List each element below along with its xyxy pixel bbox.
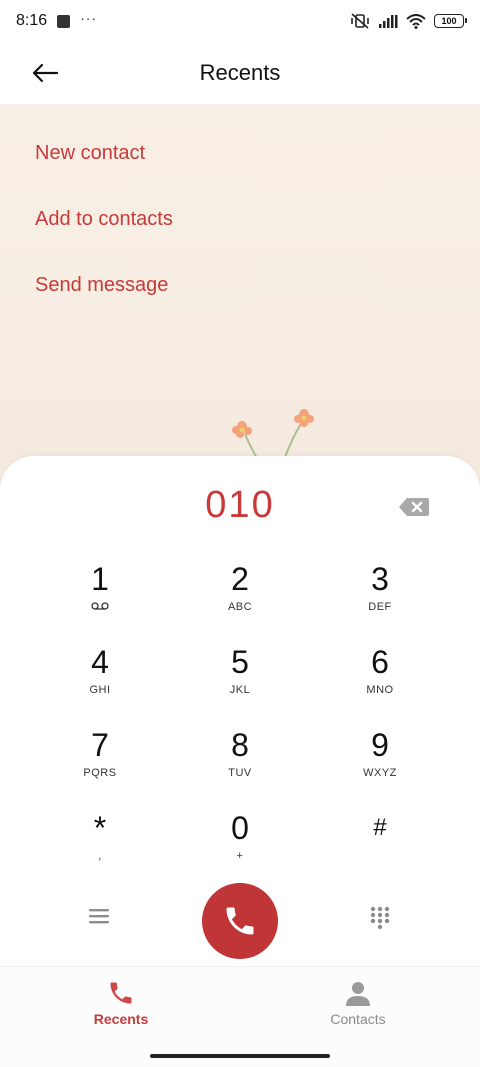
key-digit: 0: [231, 810, 249, 846]
key-digit: 9: [371, 727, 389, 763]
key-letters: TUV: [228, 767, 252, 779]
phone-icon: [110, 982, 132, 1004]
key-letters: +: [236, 850, 244, 862]
app-notification-icon: [57, 14, 71, 28]
key-digit: 1: [91, 561, 109, 597]
send-message-link[interactable]: Send message: [35, 274, 168, 297]
key-digit: *: [93, 810, 107, 846]
signal-icon: [379, 15, 398, 28]
flower-decoration: [208, 409, 314, 461]
key-3[interactable]: 3 DEF: [320, 560, 440, 634]
key-7[interactable]: 7 PQRS: [40, 726, 160, 800]
key-2[interactable]: 2 ABC: [180, 560, 300, 634]
phone-icon: [226, 907, 254, 935]
key-digit: 7: [91, 727, 109, 763]
key-letters: JKL: [229, 684, 251, 696]
wifi-icon: [406, 13, 426, 29]
key-letters: MNO: [366, 684, 394, 696]
status-icons: 100: [350, 13, 467, 29]
key-letters: PQRS: [83, 767, 117, 779]
key-star[interactable]: * ,: [40, 809, 160, 883]
tab-recents[interactable]: Recents: [51, 979, 191, 1027]
call-button[interactable]: [202, 883, 278, 959]
menu-button[interactable]: [88, 907, 110, 930]
key-1[interactable]: 1: [40, 560, 160, 634]
key-letters: WXYZ: [363, 767, 397, 779]
key-4[interactable]: 4 GHI: [40, 643, 160, 717]
status-time: 8:16: [16, 12, 48, 29]
tab-recents-label: Recents: [93, 1011, 149, 1027]
key-8[interactable]: 8 TUV: [180, 726, 300, 800]
key-letters: ,: [98, 850, 102, 862]
key-digit: 6: [371, 644, 389, 680]
app-header: Recents: [0, 42, 480, 104]
menu-icon: [89, 909, 109, 924]
key-letters: GHI: [89, 684, 111, 696]
key-digit: 4: [91, 644, 109, 680]
key-hash[interactable]: #: [320, 809, 440, 883]
key-digit: 5: [231, 644, 249, 680]
dialpad-grid-icon: [370, 906, 390, 930]
key-9[interactable]: 9 WXYZ: [320, 726, 440, 800]
key-digit: #: [373, 814, 387, 841]
key-letters: ABC: [227, 601, 253, 613]
status-bar: 8:16 ··· 100: [0, 0, 480, 42]
more-notifications-indicator: ···: [80, 10, 98, 26]
person-icon: [346, 982, 370, 1006]
arrow-left-icon: [32, 63, 59, 83]
tab-contacts[interactable]: Contacts: [288, 979, 428, 1027]
key-0[interactable]: 0 +: [180, 809, 300, 883]
backspace-button[interactable]: [398, 496, 432, 520]
key-digit: 8: [231, 727, 249, 763]
key-5[interactable]: 5 JKL: [180, 643, 300, 717]
battery-level: 100: [441, 16, 457, 26]
tab-contacts-label: Contacts: [330, 1011, 386, 1027]
bottom-navigation: Recents Contacts: [0, 966, 480, 1067]
new-contact-link[interactable]: New contact: [35, 142, 145, 165]
battery-icon: 100: [434, 14, 467, 28]
vibrate-off-icon: [351, 13, 369, 29]
key-6[interactable]: 6 MNO: [320, 643, 440, 717]
back-button[interactable]: [22, 56, 68, 90]
key-digit: 3: [371, 561, 389, 597]
key-letters: DEF: [368, 601, 392, 613]
page-title: Recents: [199, 60, 281, 85]
backspace-icon: [399, 498, 429, 516]
dialpad-toggle-button[interactable]: [370, 906, 390, 935]
key-digit: 2: [231, 561, 249, 597]
voicemail-icon: [91, 602, 109, 610]
add-to-contacts-link[interactable]: Add to contacts: [35, 208, 173, 231]
home-indicator[interactable]: [150, 1054, 330, 1058]
